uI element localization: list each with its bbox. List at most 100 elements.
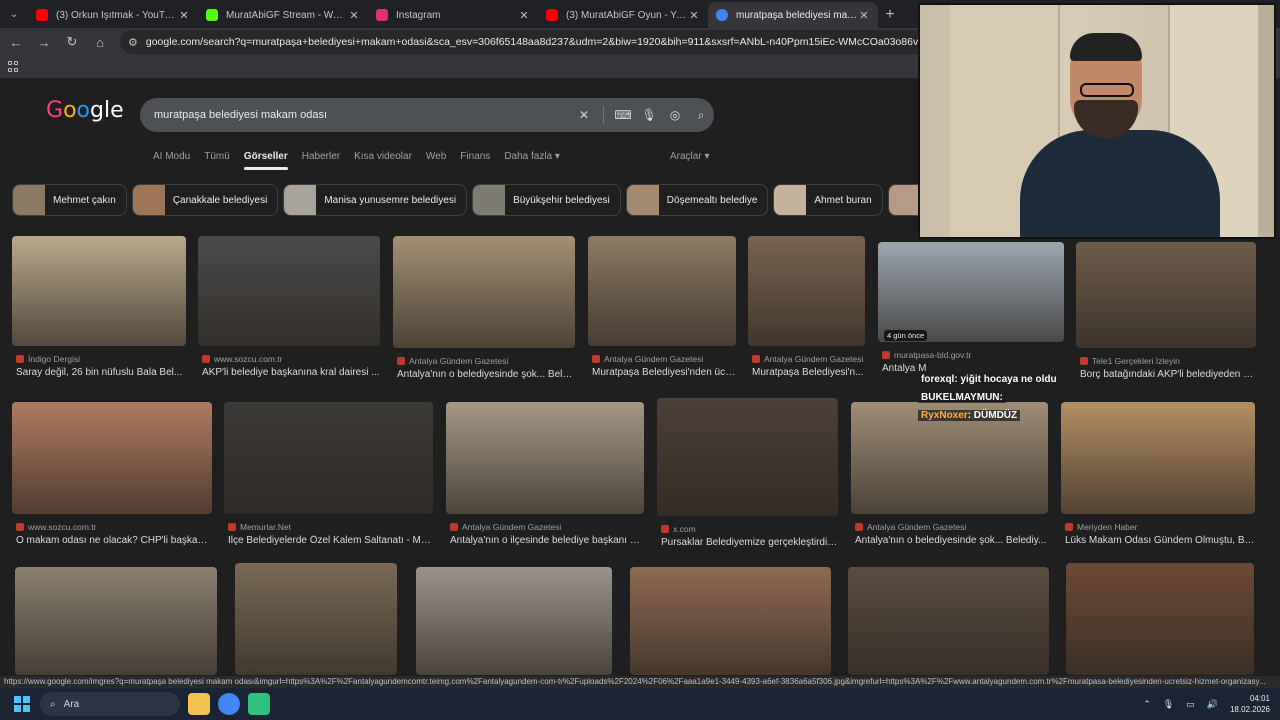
- chip[interactable]: Büyükşehir belediyesi: [472, 184, 621, 216]
- result-source[interactable]: www.sozcu.com.tr: [16, 522, 212, 532]
- result-source[interactable]: Meriyden Haber: [1065, 522, 1255, 532]
- close-icon[interactable]: ✕: [688, 9, 700, 22]
- result-caption[interactable]: Muratpaşa Belediyesi'nden ücr...: [592, 367, 736, 378]
- tab-ai-mode[interactable]: AI Modu: [153, 151, 190, 169]
- forward-arrow-icon[interactable]: →: [32, 30, 56, 54]
- lens-icon[interactable]: ◎: [662, 108, 688, 122]
- search-input[interactable]: muratpaşa belediyesi makam odası: [154, 109, 571, 121]
- result-caption[interactable]: Borç batağındaki AKP'li belediyeden 5...: [1080, 369, 1256, 380]
- result-source[interactable]: Antalya Gündem Gazetesi: [855, 522, 1048, 532]
- result-image[interactable]: [588, 236, 736, 346]
- suggestion-chips: Mehmet çakın Çanakkale belediyesi Manisa…: [12, 184, 951, 216]
- tab-orkun-youtube[interactable]: (3) Orkun Işıtmak - YouTube ✕: [28, 2, 198, 28]
- chevron-up-icon[interactable]: ⌃: [1143, 699, 1151, 710]
- clear-icon[interactable]: ✕: [571, 108, 597, 122]
- result-source[interactable]: Antalya Gündem Gazetesi: [397, 356, 575, 366]
- chip[interactable]: Manisa yunusemre belediyesi: [283, 184, 468, 216]
- result-image[interactable]: [1061, 402, 1255, 514]
- google-logo[interactable]: Google: [46, 98, 124, 128]
- network-icon[interactable]: ▭: [1186, 699, 1195, 710]
- tab-web[interactable]: Web: [426, 151, 446, 169]
- result-source[interactable]: www.sozcu.com.tr: [202, 354, 380, 364]
- volume-icon[interactable]: 🔊: [1207, 699, 1218, 710]
- result-image[interactable]: [748, 236, 865, 346]
- home-icon[interactable]: ⌂: [88, 30, 112, 54]
- result-caption[interactable]: Muratpaşa Belediyesi'n...: [752, 367, 865, 378]
- tab-google-search[interactable]: muratpaşa belediyesi makam o ✕: [708, 2, 878, 28]
- result-caption[interactable]: İlçe Belediyelerde Özel Kalem Saltanatı …: [228, 535, 433, 546]
- microphone-icon[interactable]: 🎙: [636, 108, 662, 122]
- tab-kick-stream[interactable]: MuratAbiGF Stream - Watch Li ✕: [198, 2, 368, 28]
- result-image[interactable]: [446, 402, 644, 514]
- result-source[interactable]: Memurlar.Net: [228, 522, 433, 532]
- result-source[interactable]: x.com: [661, 524, 838, 534]
- result-image[interactable]: [198, 236, 380, 346]
- result-image[interactable]: [1076, 242, 1256, 348]
- result-image[interactable]: [15, 567, 217, 675]
- chip[interactable]: Ahmet buran: [773, 184, 883, 216]
- result-caption[interactable]: Lüks Makam Odası Gündem Olmuştu, Bu...: [1065, 535, 1255, 546]
- result-image[interactable]: [630, 567, 831, 675]
- chip[interactable]: Mehmet çakın: [12, 184, 127, 216]
- result-source[interactable]: Antalya Gündem Gazetesi: [450, 522, 644, 532]
- result-source[interactable]: İndigo Dergisi: [16, 354, 186, 364]
- source-favicon-icon: [882, 351, 890, 359]
- search-icon[interactable]: ⌕: [688, 108, 714, 123]
- site-settings-icon[interactable]: ⚙: [128, 36, 138, 49]
- close-icon[interactable]: ✕: [348, 9, 360, 22]
- reload-icon[interactable]: ↻: [60, 30, 84, 54]
- close-icon[interactable]: ✕: [178, 9, 190, 22]
- result-image[interactable]: [235, 563, 397, 675]
- result-caption[interactable]: Antalya'nın o ilçesinde belediye başkanı…: [450, 535, 644, 546]
- result-image[interactable]: [416, 567, 612, 675]
- result-image[interactable]: [393, 236, 575, 348]
- result-caption[interactable]: Antalya'nın o belediyesinde şok... Beled…: [855, 535, 1048, 546]
- tab-images[interactable]: Görseller: [244, 151, 288, 169]
- streamer-hair: [1070, 33, 1142, 61]
- result-source[interactable]: Antalya Gündem Gazetesi: [752, 354, 865, 364]
- result-caption[interactable]: Saray değil, 26 bin nüfuslu Bala Bel...: [16, 367, 186, 378]
- tab-all[interactable]: Tümü: [204, 151, 230, 169]
- tab-finance[interactable]: Finans: [460, 151, 490, 169]
- new-tab-button[interactable]: +: [878, 2, 902, 28]
- result-caption[interactable]: Pursaklar Belediyemize gerçekleştirdiğ..…: [661, 537, 838, 548]
- file-explorer-icon[interactable]: [188, 693, 210, 715]
- chat-user: forexql: [921, 374, 955, 385]
- result-caption[interactable]: AKP'li belediye başkanına kral dairesi .…: [202, 367, 380, 378]
- close-icon[interactable]: ✕: [858, 9, 870, 22]
- chrome-icon[interactable]: [218, 693, 240, 715]
- result-caption[interactable]: Antalya'nın o belediyesinde şok... Bele.…: [397, 369, 575, 380]
- keyboard-icon[interactable]: ⌨: [610, 108, 636, 122]
- tab-instagram[interactable]: Instagram ✕: [368, 2, 538, 28]
- tab-search-chevron-icon[interactable]: ⌄: [0, 0, 28, 28]
- address-bar[interactable]: ⚙ google.com/search?q=muratpaşa+belediye…: [120, 30, 1020, 54]
- back-arrow-icon[interactable]: ←: [4, 30, 28, 54]
- chip[interactable]: Döşemealtı belediye: [625, 184, 769, 216]
- chip[interactable]: Çanakkale belediyesi: [131, 184, 279, 216]
- result-source[interactable]: Antalya Gündem Gazetesi: [592, 354, 736, 364]
- result-image[interactable]: [657, 398, 838, 516]
- result-image[interactable]: [12, 402, 212, 514]
- taskbar-search[interactable]: ⌕ Ara: [40, 692, 180, 716]
- result-image[interactable]: [848, 567, 1049, 675]
- result-caption[interactable]: O makam odası ne olacak? CHP'li başkan .…: [16, 535, 212, 546]
- chip-label: Ahmet buran: [814, 194, 872, 206]
- result-image[interactable]: [224, 402, 433, 514]
- app-icon[interactable]: [248, 693, 270, 715]
- apps-grid-icon[interactable]: [8, 61, 19, 72]
- result-image[interactable]: [1066, 563, 1254, 675]
- clock[interactable]: 04:01 18.02.2026: [1230, 693, 1270, 715]
- tools-button[interactable]: Araçlar ▾: [670, 151, 709, 162]
- windows-start-icon[interactable]: [14, 696, 30, 712]
- result-image[interactable]: [12, 236, 186, 346]
- close-icon[interactable]: ✕: [518, 9, 530, 22]
- result-image[interactable]: [878, 242, 1064, 342]
- tab-muratabigf-youtube[interactable]: (3) MuratAbiGF Oyun - YouTub ✕: [538, 2, 708, 28]
- result-source[interactable]: muratpasa-bld.gov.tr: [882, 350, 1064, 360]
- search-box[interactable]: muratpaşa belediyesi makam odası ✕ ⌨ 🎙 ◎…: [140, 98, 714, 132]
- tab-news[interactable]: Haberler: [302, 151, 340, 169]
- microphone-icon[interactable]: 🎙: [1163, 699, 1174, 710]
- result-source[interactable]: Tele1 Gerçekleri İzleyin: [1080, 356, 1256, 366]
- tab-short-videos[interactable]: Kısa videolar: [354, 151, 412, 169]
- tab-more[interactable]: Daha fazla ▾: [504, 151, 560, 169]
